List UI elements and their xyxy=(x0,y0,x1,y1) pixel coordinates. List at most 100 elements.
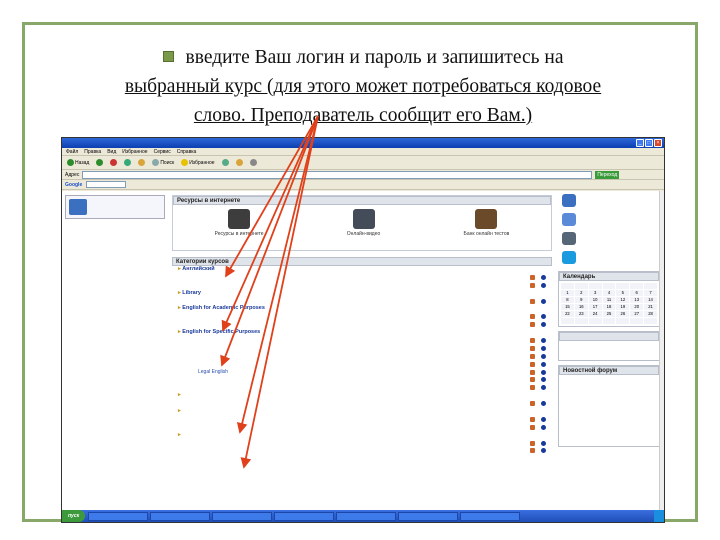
edit-icon[interactable] xyxy=(530,424,535,430)
info-icon[interactable] xyxy=(541,401,546,407)
calendar-day[interactable]: 21 xyxy=(644,304,657,310)
edit-icon[interactable] xyxy=(530,338,535,344)
calendar-day[interactable]: 18 xyxy=(602,304,616,310)
course-row[interactable] xyxy=(172,298,552,306)
calendar-day[interactable]: 6 xyxy=(630,290,644,296)
calendar-day[interactable]: 2 xyxy=(574,290,588,296)
course-row[interactable] xyxy=(172,353,552,361)
mail-button[interactable] xyxy=(234,158,245,168)
info-icon[interactable] xyxy=(541,377,546,383)
info-icon[interactable] xyxy=(541,369,546,375)
course-row[interactable] xyxy=(172,416,552,424)
info-icon[interactable] xyxy=(541,274,546,280)
google-search-input[interactable] xyxy=(86,181,127,188)
minimize-icon[interactable]: _ xyxy=(636,139,644,147)
edit-icon[interactable] xyxy=(530,322,535,328)
refresh-button[interactable] xyxy=(122,158,133,168)
calendar-day[interactable]: 14 xyxy=(644,297,657,303)
scrollbar[interactable] xyxy=(659,191,664,512)
taskbar-button[interactable] xyxy=(150,511,211,521)
edit-icon[interactable] xyxy=(530,369,535,375)
service-link[interactable] xyxy=(556,191,664,210)
calendar-day[interactable]: 7 xyxy=(644,290,657,296)
course-row[interactable] xyxy=(172,337,552,345)
resource-item[interactable]: Онлайн-видео xyxy=(347,209,380,237)
print-button[interactable] xyxy=(248,158,259,168)
info-icon[interactable] xyxy=(541,361,546,367)
taskbar-button[interactable] xyxy=(460,511,521,521)
edit-icon[interactable] xyxy=(530,377,535,383)
calendar-day[interactable]: 22 xyxy=(561,311,574,317)
course-row[interactable] xyxy=(172,361,552,369)
go-button[interactable]: Переход xyxy=(595,170,620,179)
info-icon[interactable] xyxy=(541,282,546,288)
course-row[interactable] xyxy=(172,376,552,384)
favorites-button[interactable]: Избранное xyxy=(179,158,216,168)
calendar-day[interactable]: 20 xyxy=(630,304,644,310)
menu-item[interactable]: Файл xyxy=(66,148,78,155)
calendar-day[interactable]: 1 xyxy=(561,290,574,296)
course-row[interactable] xyxy=(172,321,552,329)
course-row[interactable] xyxy=(172,440,552,448)
menu-item[interactable]: Правка xyxy=(84,148,101,155)
category-row[interactable]: ▸ xyxy=(172,408,552,416)
calendar-day[interactable]: 5 xyxy=(616,290,630,296)
info-icon[interactable] xyxy=(541,385,546,391)
forward-button[interactable] xyxy=(94,158,105,168)
edit-icon[interactable] xyxy=(530,282,535,288)
calendar-day[interactable]: 12 xyxy=(616,297,630,303)
info-icon[interactable] xyxy=(541,345,546,351)
address-input[interactable] xyxy=(82,170,593,179)
taskbar-button[interactable] xyxy=(88,511,149,521)
course-row[interactable] xyxy=(172,384,552,392)
info-icon[interactable] xyxy=(541,416,546,422)
calendar-day[interactable]: 16 xyxy=(574,304,588,310)
search-button[interactable]: Поиск xyxy=(150,158,176,168)
info-icon[interactable] xyxy=(541,353,546,359)
calendar-day[interactable]: 10 xyxy=(588,297,602,303)
menu-item[interactable]: Избранное xyxy=(122,148,147,155)
edit-icon[interactable] xyxy=(530,416,535,422)
calendar-day[interactable]: 27 xyxy=(630,311,644,317)
menu-item[interactable]: Сервис xyxy=(154,148,171,155)
info-icon[interactable] xyxy=(541,298,546,304)
calendar-day[interactable]: 4 xyxy=(602,290,616,296)
course-row[interactable] xyxy=(172,400,552,408)
edit-icon[interactable] xyxy=(530,448,535,454)
service-link[interactable] xyxy=(556,229,664,248)
course-row[interactable] xyxy=(172,345,552,353)
close-icon[interactable]: × xyxy=(654,139,662,147)
back-button[interactable]: Назад xyxy=(65,158,91,168)
calendar-day[interactable]: 11 xyxy=(602,297,616,303)
info-icon[interactable] xyxy=(541,338,546,344)
calendar-day[interactable]: 19 xyxy=(616,304,630,310)
taskbar-button[interactable] xyxy=(274,511,335,521)
calendar-day[interactable]: 25 xyxy=(602,311,616,317)
course-row[interactable] xyxy=(172,447,552,455)
taskbar-button[interactable] xyxy=(336,511,397,521)
edit-icon[interactable] xyxy=(530,385,535,391)
category-row[interactable]: ▸ Library xyxy=(172,290,552,298)
calendar-day[interactable]: 8 xyxy=(561,297,574,303)
site-logo-block[interactable] xyxy=(65,195,165,219)
calendar-day[interactable]: 9 xyxy=(574,297,588,303)
home-button[interactable] xyxy=(136,158,147,168)
info-icon[interactable] xyxy=(541,448,546,454)
taskbar-button[interactable] xyxy=(398,511,459,521)
edit-icon[interactable] xyxy=(530,274,535,280)
category-row[interactable]: ▸ xyxy=(172,432,552,440)
history-button[interactable] xyxy=(220,158,231,168)
category-row[interactable]: ▸ Английский xyxy=(172,266,552,274)
menu-item[interactable]: Вид xyxy=(107,148,116,155)
resource-item[interactable]: Банк онлайн тестов xyxy=(464,209,509,237)
course-row[interactable] xyxy=(172,274,552,282)
stop-button[interactable] xyxy=(108,158,119,168)
calendar-day[interactable]: 28 xyxy=(644,311,657,317)
calendar-day[interactable]: 26 xyxy=(616,311,630,317)
edit-icon[interactable] xyxy=(530,345,535,351)
taskbar-button[interactable] xyxy=(212,511,273,521)
category-row[interactable]: ▸ English for Specific Purposes xyxy=(172,329,552,337)
maximize-icon[interactable]: □ xyxy=(645,139,653,147)
category-row[interactable]: ▸ English for Academic Purposes xyxy=(172,305,552,313)
course-row[interactable] xyxy=(172,313,552,321)
